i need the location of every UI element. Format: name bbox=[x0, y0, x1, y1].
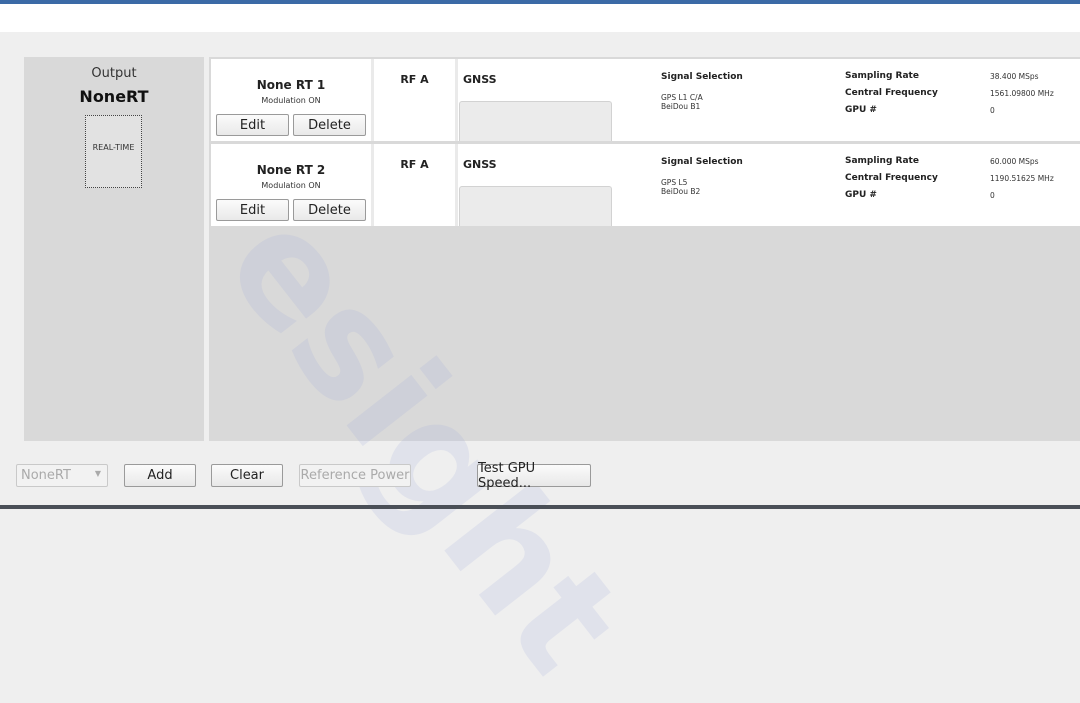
real-time-box[interactable]: REAL-TIME bbox=[85, 115, 142, 188]
system-tab-box bbox=[459, 101, 612, 141]
gpu-label: GPU # bbox=[845, 105, 877, 115]
modulation-status: Modulation ON bbox=[261, 96, 321, 105]
info-cell: GNSS Signal Selection GPS L5 BeiDou B2 S… bbox=[458, 144, 1080, 226]
sampling-rate-value: 38.400 MSps bbox=[990, 72, 1039, 81]
output-panel: Output NoneRT REAL-TIME bbox=[24, 57, 204, 441]
system-label: GNSS bbox=[463, 158, 497, 171]
rf-output: RF A bbox=[400, 73, 429, 86]
signal-row[interactable]: None RT 2 Modulation ON Edit Delete RF A… bbox=[211, 144, 1080, 226]
output-name: NoneRT bbox=[79, 87, 149, 106]
signal-selection-label: Signal Selection bbox=[661, 157, 743, 167]
gpu-label: GPU # bbox=[845, 190, 877, 200]
title-strip bbox=[0, 4, 1080, 32]
signal-item: BeiDou B1 bbox=[661, 102, 701, 111]
system-label: GNSS bbox=[463, 73, 497, 86]
info-cell: GNSS Signal Selection GPS L1 C/A BeiDou … bbox=[458, 59, 1080, 141]
output-select[interactable]: NoneRT ▼ bbox=[16, 464, 108, 487]
delete-button[interactable]: Delete bbox=[293, 114, 366, 136]
signal-selection-label: Signal Selection bbox=[661, 72, 743, 82]
central-frequency-label: Central Frequency bbox=[845, 173, 938, 183]
signal-name: None RT 2 bbox=[256, 163, 326, 177]
chevron-down-icon: ▼ bbox=[94, 469, 101, 478]
signal-item: GPS L1 C/A bbox=[661, 93, 703, 102]
name-cell: None RT 1 Modulation ON Edit Delete bbox=[211, 59, 371, 141]
sampling-rate-label: Sampling Rate bbox=[845, 156, 919, 166]
central-frequency-value: 1561.09800 MHz bbox=[990, 89, 1054, 98]
rf-cell: RF A bbox=[374, 59, 455, 141]
reference-power-button[interactable]: Reference Power bbox=[299, 464, 411, 487]
output-select-value: NoneRT bbox=[21, 468, 71, 483]
system-tab-box bbox=[459, 186, 612, 226]
test-gpu-speed-button[interactable]: Test GPU Speed... bbox=[477, 461, 591, 491]
signal-name: None RT 1 bbox=[256, 78, 326, 92]
real-time-label: REAL-TIME bbox=[92, 143, 135, 152]
signal-row[interactable]: None RT 1 Modulation ON Edit Delete RF A… bbox=[211, 59, 1080, 141]
add-button[interactable]: Add bbox=[124, 464, 196, 487]
gpu-value: 0 bbox=[990, 191, 995, 200]
signal-item: BeiDou B2 bbox=[661, 187, 701, 196]
modulation-status: Modulation ON bbox=[261, 181, 321, 190]
rf-cell: RF A bbox=[374, 144, 455, 226]
window-bottom-border bbox=[0, 505, 1080, 509]
signal-item: GPS L5 bbox=[661, 178, 688, 187]
clear-button[interactable]: Clear bbox=[211, 464, 283, 487]
edit-button[interactable]: Edit bbox=[216, 114, 289, 136]
sampling-rate-label: Sampling Rate bbox=[845, 71, 919, 81]
name-cell: None RT 2 Modulation ON Edit Delete bbox=[211, 144, 371, 226]
central-frequency-value: 1190.51625 MHz bbox=[990, 174, 1054, 183]
rf-output: RF A bbox=[400, 158, 429, 171]
gpu-value: 0 bbox=[990, 106, 995, 115]
output-label: Output bbox=[91, 66, 137, 81]
central-frequency-label: Central Frequency bbox=[845, 88, 938, 98]
edit-button[interactable]: Edit bbox=[216, 199, 289, 221]
delete-button[interactable]: Delete bbox=[293, 199, 366, 221]
sampling-rate-value: 60.000 MSps bbox=[990, 157, 1039, 166]
signal-list: None RT 1 Modulation ON Edit Delete RF A… bbox=[209, 57, 1080, 441]
